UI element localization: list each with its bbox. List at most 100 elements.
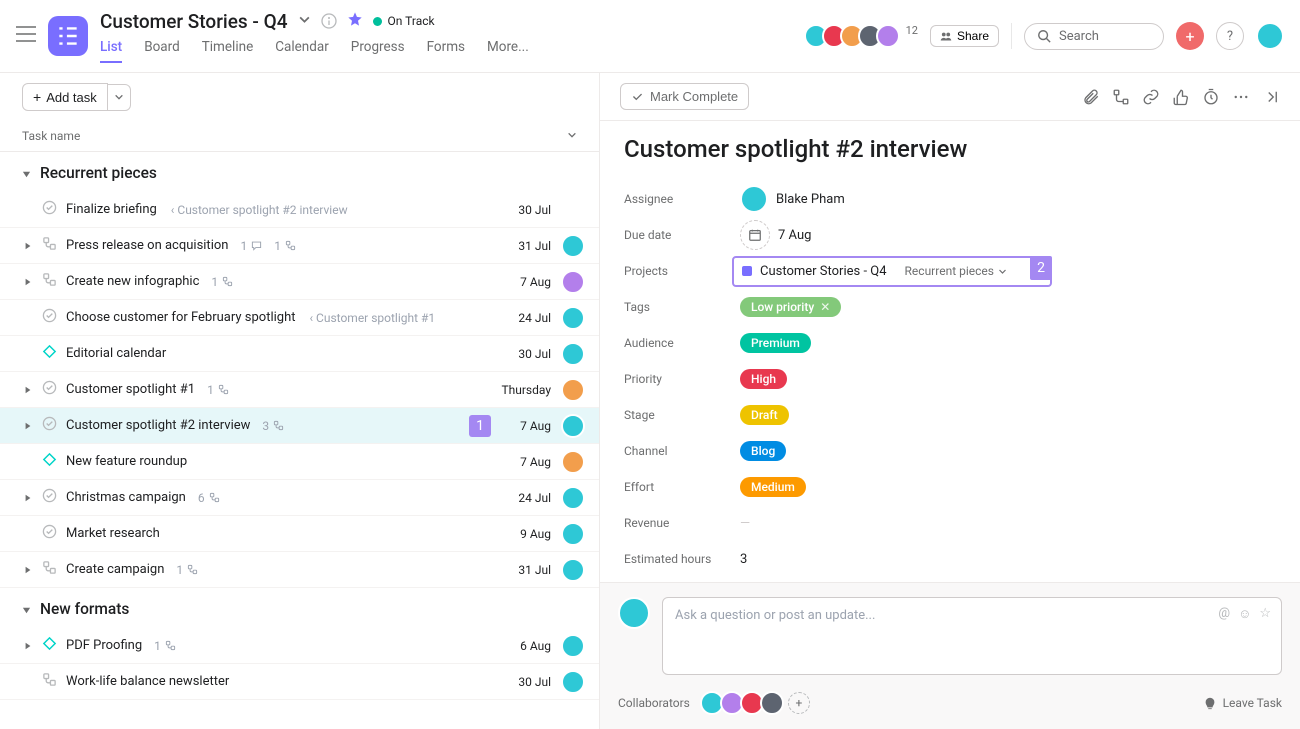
expand-icon[interactable] <box>22 494 34 502</box>
effort-pill[interactable]: Medium <box>740 477 806 497</box>
stage-pill[interactable]: Draft <box>740 405 789 425</box>
mention-icon[interactable]: @ <box>1218 606 1230 622</box>
close-panel-icon[interactable] <box>1262 88 1280 106</box>
task-row[interactable]: Work-life balance newsletter 30 Jul <box>0 664 599 700</box>
task-row[interactable]: PDF Proofing 1 6 Aug <box>0 628 599 664</box>
section-header[interactable]: New formats <box>0 588 599 628</box>
priority-pill[interactable]: High <box>740 369 787 389</box>
add-task-button[interactable]: +Add task <box>22 83 108 111</box>
expand-icon[interactable] <box>22 422 34 430</box>
task-icon[interactable] <box>42 488 58 507</box>
task-row[interactable]: Choose customer for February spotlight ‹… <box>0 300 599 336</box>
task-title[interactable]: Customer spotlight #2 interview <box>624 135 1276 163</box>
task-row[interactable]: Customer spotlight #1 1 Thursday <box>0 372 599 408</box>
task-row[interactable]: Create campaign 1 31 Jul <box>0 552 599 588</box>
emoji-icon[interactable]: ☺ <box>1238 606 1251 622</box>
expand-icon[interactable] <box>22 242 34 250</box>
tab-forms[interactable]: Forms <box>427 39 465 63</box>
hamburger-menu[interactable] <box>16 26 36 46</box>
task-row[interactable]: Editorial calendar 30 Jul <box>0 336 599 372</box>
assignee-avatar[interactable] <box>561 558 585 582</box>
collapse-icon[interactable] <box>22 168 32 178</box>
channel-pill[interactable]: Blog <box>740 441 786 461</box>
section-header[interactable]: Recurrent pieces <box>0 152 599 192</box>
tab-more[interactable]: More... <box>487 39 529 63</box>
tab-timeline[interactable]: Timeline <box>202 39 254 63</box>
star-outline-icon[interactable]: ☆ <box>1259 606 1271 622</box>
status-pill[interactable]: On Track <box>373 14 435 28</box>
mark-complete-button[interactable]: Mark Complete <box>620 83 749 110</box>
collaborator-avatars[interactable]: + <box>704 691 810 715</box>
timer-icon[interactable] <box>1202 88 1220 106</box>
task-row[interactable]: Create new infographic 1 7 Aug <box>0 264 599 300</box>
leave-task-button[interactable]: Leave Task <box>1203 696 1282 710</box>
assignee-avatar[interactable] <box>561 450 585 474</box>
like-icon[interactable] <box>1172 88 1190 106</box>
milestone-icon[interactable] <box>42 636 58 655</box>
assignee-avatar[interactable] <box>561 486 585 510</box>
assignee-avatar[interactable] <box>561 414 585 438</box>
project-section-select[interactable]: Recurrent pieces <box>905 264 1007 278</box>
task-icon[interactable] <box>42 200 58 219</box>
search-input[interactable]: Search <box>1024 23 1164 50</box>
comment-input[interactable]: Ask a question or post an update... @ ☺ … <box>662 597 1282 675</box>
expand-icon[interactable] <box>22 642 34 650</box>
projects-field[interactable]: Customer Stories - Q4 Recurrent pieces 2 <box>732 256 1052 287</box>
assignee-avatar[interactable] <box>561 270 585 294</box>
expand-icon[interactable] <box>22 386 34 394</box>
milestone-icon[interactable] <box>42 452 58 471</box>
tab-list[interactable]: List <box>100 39 122 63</box>
subtask-icon[interactable] <box>1112 88 1130 106</box>
more-icon[interactable] <box>1232 88 1250 106</box>
assignee-avatar[interactable] <box>561 522 585 546</box>
page-title[interactable]: Customer Stories - Q4 <box>100 10 288 33</box>
attachment-icon[interactable] <box>1082 88 1100 106</box>
expand-icon[interactable] <box>22 566 34 574</box>
assignee-avatar[interactable] <box>561 234 585 258</box>
revenue-value[interactable]: — <box>740 516 750 531</box>
info-icon[interactable] <box>321 13 337 29</box>
assignee-field[interactable]: Blake Pham <box>740 185 845 213</box>
collapse-icon[interactable] <box>22 604 32 614</box>
audience-pill[interactable]: Premium <box>740 333 811 353</box>
task-icon[interactable] <box>42 308 58 327</box>
add-task-dropdown[interactable] <box>108 84 131 111</box>
task-icon[interactable] <box>42 416 58 435</box>
tag-remove-icon[interactable]: ✕ <box>820 300 830 314</box>
tab-progress[interactable]: Progress <box>351 39 405 63</box>
share-button[interactable]: Share <box>930 25 999 47</box>
title-chevron-icon[interactable] <box>298 13 311 30</box>
add-collaborator-button[interactable]: + <box>788 692 810 714</box>
assignee-avatar[interactable] <box>561 634 585 658</box>
assignee-avatar[interactable] <box>561 306 585 330</box>
task-icon[interactable] <box>42 380 58 399</box>
assignee-avatar[interactable] <box>561 378 585 402</box>
subtasks-icon[interactable] <box>42 236 58 255</box>
subtasks-icon[interactable] <box>42 272 58 291</box>
help-button[interactable]: ? <box>1216 22 1244 50</box>
quick-add-button[interactable]: + <box>1176 22 1204 50</box>
task-row[interactable]: New feature roundup 7 Aug <box>0 444 599 480</box>
due-date-field[interactable]: 7 Aug <box>740 220 811 250</box>
column-chevron-icon[interactable] <box>567 129 577 143</box>
subtasks-icon[interactable] <box>42 560 58 579</box>
tag-pill[interactable]: Low priority✕ <box>740 297 841 317</box>
assignee-avatar[interactable] <box>561 670 585 694</box>
me-avatar[interactable] <box>1256 22 1284 50</box>
link-icon[interactable] <box>1142 88 1160 106</box>
task-row[interactable]: Customer spotlight #2 interview 31 7 Aug <box>0 408 599 444</box>
subtasks-icon[interactable] <box>42 672 58 691</box>
task-row[interactable]: Christmas campaign 6 24 Jul <box>0 480 599 516</box>
task-row[interactable]: Press release on acquisition 11 31 Jul <box>0 228 599 264</box>
assignee-avatar[interactable] <box>561 342 585 366</box>
member-avatars[interactable]: 12 <box>810 24 918 48</box>
star-icon[interactable] <box>347 11 363 31</box>
tab-calendar[interactable]: Calendar <box>275 39 329 63</box>
expand-icon[interactable] <box>22 278 34 286</box>
tab-board[interactable]: Board <box>144 39 180 63</box>
estimated-hours-value[interactable]: 3 <box>740 552 747 567</box>
milestone-icon[interactable] <box>42 344 58 363</box>
task-icon[interactable] <box>42 524 58 543</box>
task-row[interactable]: Market research 9 Aug <box>0 516 599 552</box>
task-row[interactable]: Finalize briefing ‹ Customer spotlight #… <box>0 192 599 228</box>
